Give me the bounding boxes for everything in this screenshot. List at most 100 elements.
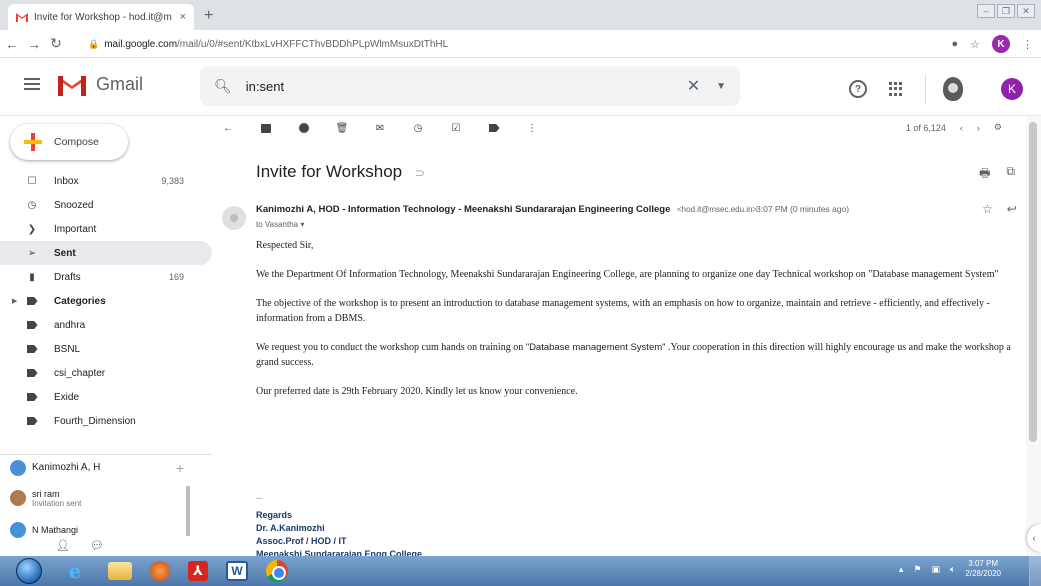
main-menu-icon[interactable]	[24, 78, 40, 90]
snooze-icon[interactable]: ◷	[412, 122, 424, 134]
label-icon[interactable]	[488, 122, 500, 134]
sidebar-item-inbox[interactable]: ☐ Inbox 9,383	[0, 169, 212, 193]
back-icon[interactable]: ←	[2, 36, 22, 52]
search-input[interactable]: in:sent	[246, 79, 687, 94]
archive-icon[interactable]	[260, 122, 272, 134]
print-icon[interactable]: 🖶	[979, 164, 990, 185]
avatar	[10, 490, 26, 506]
star-icon[interactable]: ☆	[982, 202, 993, 216]
tab-close-icon[interactable]: ×	[180, 11, 186, 23]
message-subject: Invite for Workshop ⊃	[256, 162, 425, 182]
clock[interactable]: 3:07 PM 2/28/2020	[965, 559, 1001, 579]
organization-emblem-icon	[925, 74, 979, 104]
reload-icon[interactable]: ↻	[46, 35, 66, 52]
search-options-icon[interactable]: ▼	[716, 81, 726, 92]
header-actions: ? K	[849, 74, 1023, 104]
recipient-toggle[interactable]: to Vasantha ▾	[256, 220, 304, 229]
message-time: 3:07 PM (0 minutes ago)	[756, 204, 850, 214]
sidebar-item-bsnl[interactable]: BSNL	[0, 337, 212, 361]
browser-menu-icon[interactable]: ⋮	[1022, 38, 1033, 51]
tray-expand-icon[interactable]: ▴	[899, 564, 904, 575]
hangouts-self[interactable]: Kanimozhi A, H +	[0, 454, 212, 480]
pager-text: 1 of 6,124	[905, 122, 946, 133]
drafts-count: 169	[168, 272, 184, 282]
hangouts-icon[interactable]: 💬︎	[90, 539, 104, 552]
pdf-reader-icon[interactable]: ⅄	[188, 561, 208, 581]
sidebar-item-label: BSNL	[54, 343, 81, 355]
minimize-icon[interactable]: ‒	[977, 4, 995, 18]
flag-icon[interactable]: ⚑	[913, 564, 921, 575]
delete-icon[interactable]: 🗑︎	[336, 122, 349, 134]
sidebar-item-important[interactable]: ❯ Important	[0, 217, 212, 241]
report-spam-icon[interactable]	[298, 122, 310, 134]
contacts-icon[interactable]: 👤︎	[56, 539, 70, 552]
settings-gear-icon[interactable]: ⚙	[994, 122, 1002, 133]
compose-button[interactable]: Compose	[10, 124, 128, 160]
sidebar-item-exide[interactable]: Exide	[0, 385, 212, 409]
new-chat-icon[interactable]: +	[176, 460, 184, 476]
account-avatar[interactable]: K	[1001, 78, 1023, 100]
open-new-window-icon[interactable]: ⧉	[1006, 164, 1015, 185]
signature-line: Regards	[256, 510, 293, 520]
signature: -- Regards Dr. A.Kanimozhi Assoc.Prof / …	[256, 492, 422, 561]
more-icon[interactable]: ⋮	[526, 122, 538, 134]
expand-caret-icon[interactable]: ▶	[12, 297, 17, 305]
sidebar-item-fourth-dimension[interactable]: Fourth_Dimension	[0, 409, 212, 433]
start-button[interactable]	[16, 558, 42, 584]
lock-icon[interactable]: 🔒	[88, 39, 99, 50]
reply-icon[interactable]: ↩	[1007, 202, 1017, 216]
sidebar-item-csi-chapter[interactable]: csi_chapter	[0, 361, 212, 385]
subject-text: Invite for Workshop	[256, 162, 403, 181]
message-scrollbar[interactable]	[1026, 116, 1041, 556]
newer-icon[interactable]: ‹	[960, 123, 963, 133]
word-icon[interactable]: W	[226, 561, 248, 581]
gmail-header: Gmail 🔍︎ in:sent ✕ ▼ ? K	[0, 58, 1041, 116]
media-player-icon[interactable]	[150, 561, 170, 581]
new-tab-button[interactable]: +	[204, 7, 213, 25]
show-desktop-button[interactable]	[1029, 556, 1041, 586]
chat-contact[interactable]: sri ram Invitation sent	[0, 482, 190, 514]
text-run: We request you to conduct the workshop c…	[256, 342, 526, 353]
clock-time: 3:07 PM	[968, 559, 999, 568]
system-tray: ▴ ⚑ ▣ 🔈︎ 3:07 PM 2/28/2020	[899, 559, 1001, 579]
search-icon[interactable]: 🔍︎	[214, 78, 232, 95]
sidebar-item-andhra[interactable]: andhra	[0, 313, 212, 337]
forward-icon[interactable]: →	[24, 36, 44, 52]
file-explorer-icon[interactable]	[108, 562, 132, 580]
sidebar-item-snoozed[interactable]: ◷ Snoozed	[0, 193, 212, 217]
close-window-icon[interactable]: ✕	[1017, 4, 1035, 18]
network-icon[interactable]: ▣	[931, 564, 940, 575]
add-to-tasks-icon[interactable]: ☑	[450, 122, 462, 134]
browser-tab[interactable]: Invite for Workshop - hod.it@m ×	[8, 4, 194, 30]
sidebar-item-categories[interactable]: ▶ Categories	[0, 289, 212, 313]
volume-icon[interactable]: 🔈︎	[950, 564, 955, 575]
signature-separator: --	[256, 493, 262, 503]
back-to-list-icon[interactable]: ←	[222, 122, 234, 134]
sidebar-footer: 👤︎ 💬︎	[0, 534, 212, 556]
contact-status: Invitation sent	[32, 498, 82, 508]
importance-marker-icon[interactable]: ⊃	[415, 166, 425, 180]
gmail-logo[interactable]: Gmail	[56, 72, 143, 96]
clear-search-icon[interactable]: ✕	[687, 76, 700, 96]
nav-list: ☐ Inbox 9,383 ◷ Snoozed ❯ Important ➢ Se…	[0, 169, 212, 433]
mark-unread-icon[interactable]: ✉︎	[374, 122, 386, 134]
bookmark-star-icon[interactable]: ☆	[970, 38, 980, 51]
sidebar-item-label: Exide	[54, 391, 80, 403]
sidebar-item-drafts[interactable]: ▮ Drafts 169	[0, 265, 212, 289]
browser-profile-avatar[interactable]: K	[992, 35, 1010, 53]
apps-grid-icon[interactable]	[889, 82, 903, 96]
internet-explorer-icon[interactable]: e	[60, 559, 90, 583]
extension-icon[interactable]: ●	[951, 38, 958, 50]
url-field[interactable]: 🔒 mail.google.com /mail/u/0/#sent/KtbxLv…	[88, 34, 958, 54]
search-box[interactable]: 🔍︎ in:sent ✕ ▼	[200, 66, 740, 106]
sender-email: <hod.it@msec.edu.in>	[677, 205, 758, 214]
sidebar-item-sent[interactable]: ➢ Sent	[0, 241, 212, 265]
help-icon[interactable]: ?	[849, 80, 867, 98]
older-icon[interactable]: ›	[977, 123, 980, 133]
maximize-icon[interactable]: ❐	[997, 4, 1015, 18]
gmail-wordmark: Gmail	[96, 73, 144, 94]
chat-scrollbar[interactable]	[186, 486, 190, 536]
chrome-icon[interactable]	[266, 560, 288, 582]
message-toolbar: ← 🗑︎ ✉︎ ◷ ☑ ⋮ 1 of 6,124 ‹ › ⚙	[216, 116, 1026, 140]
contact-name: sri ram	[32, 488, 60, 499]
